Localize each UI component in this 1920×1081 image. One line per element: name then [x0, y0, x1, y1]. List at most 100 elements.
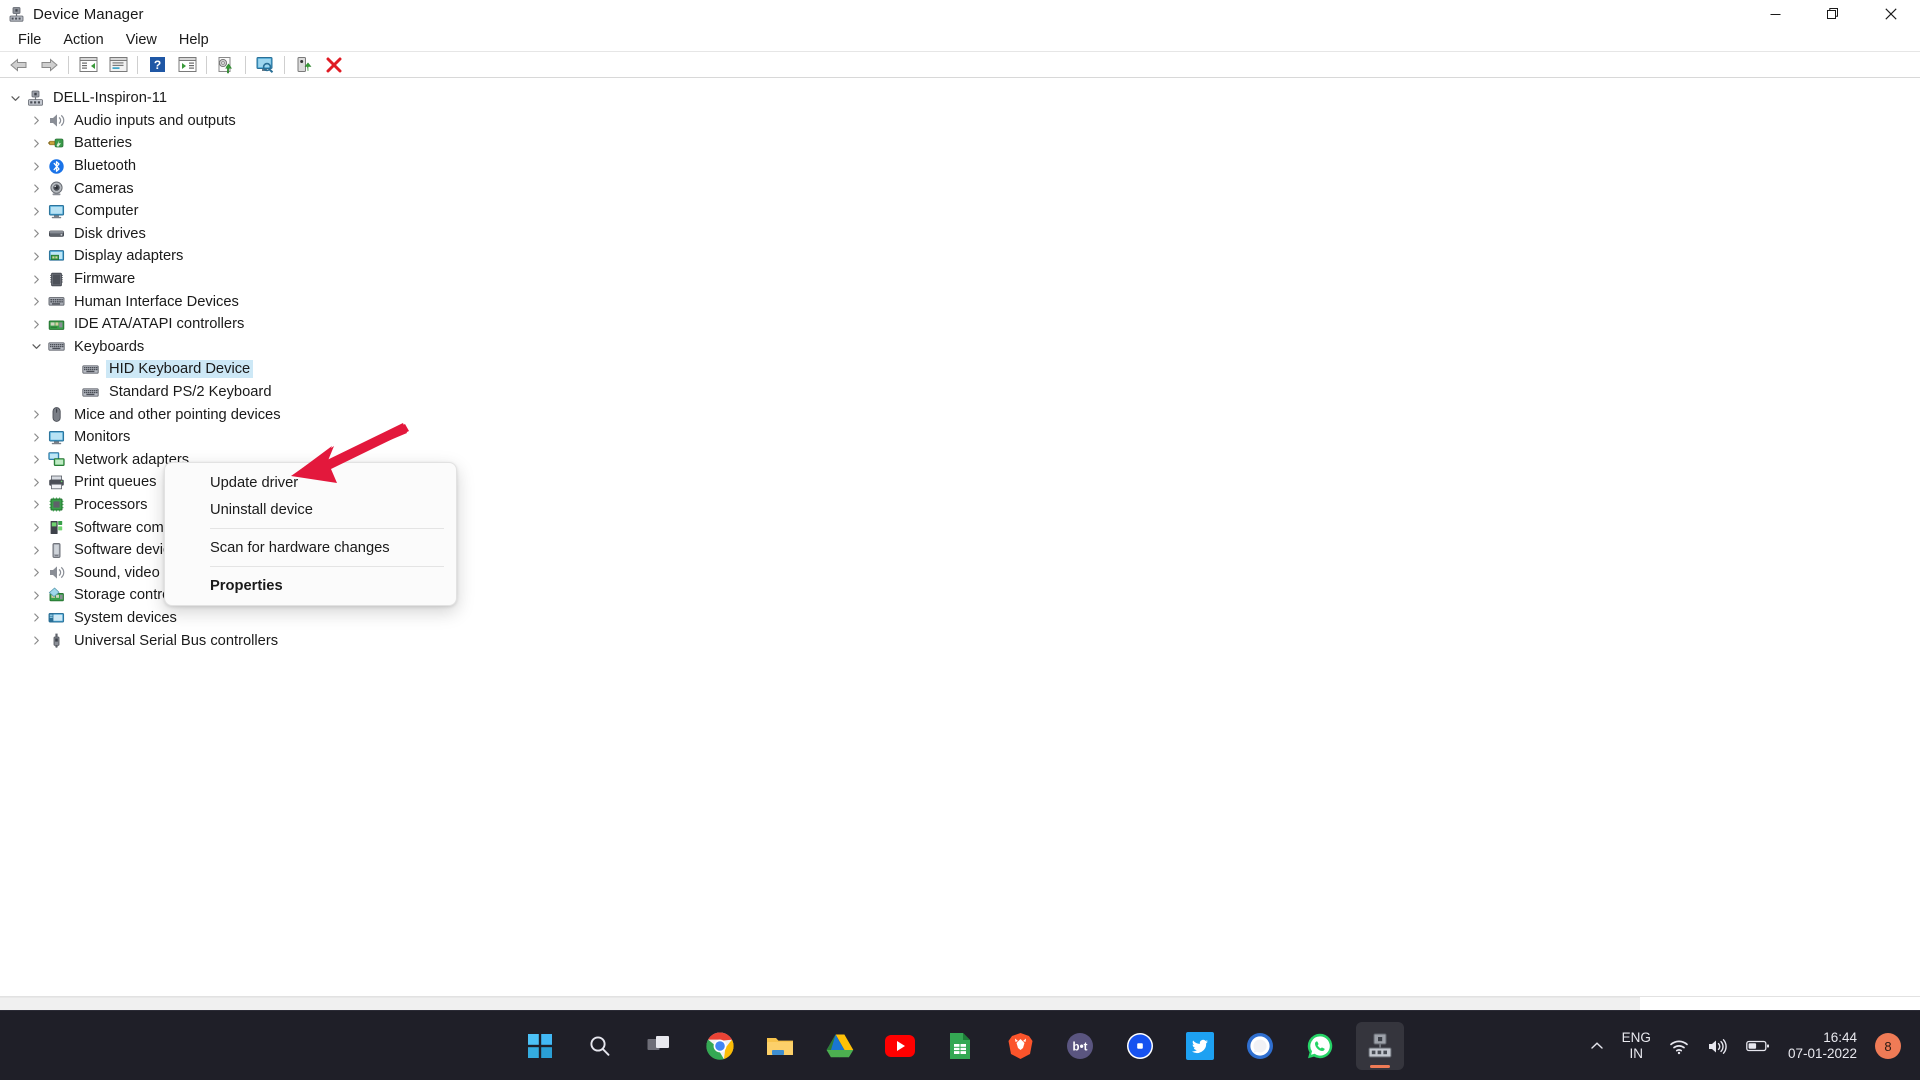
expand-toggle[interactable]: [26, 251, 46, 262]
enable-device-button[interactable]: [289, 53, 319, 77]
expand-toggle[interactable]: [26, 115, 46, 126]
properties-button[interactable]: [103, 53, 133, 77]
keyboard-icon: [82, 361, 99, 378]
expand-toggle[interactable]: [26, 319, 46, 330]
expand-toggle[interactable]: [26, 635, 46, 646]
ctx-properties[interactable]: Properties: [165, 572, 456, 599]
tree-node-root[interactable]: DELL-Inspiron-11: [0, 87, 1920, 110]
expand-toggle[interactable]: [26, 296, 46, 307]
menu-action[interactable]: Action: [53, 30, 113, 50]
twitter-button[interactable]: [1176, 1022, 1224, 1070]
signal-icon: [1246, 1032, 1274, 1060]
expand-toggle[interactable]: [26, 477, 46, 488]
chrome-button[interactable]: [696, 1022, 744, 1070]
monitor-icon: [46, 203, 66, 220]
tree-node[interactable]: Display adapters: [0, 245, 1920, 268]
task-view-button[interactable]: [636, 1022, 684, 1070]
brave-button[interactable]: [996, 1022, 1044, 1070]
tree-node[interactable]: Mice and other pointing devices: [0, 403, 1920, 426]
menu-file[interactable]: File: [8, 30, 51, 50]
tree-node[interactable]: Monitors: [0, 426, 1920, 449]
tree-node[interactable]: Human Interface Devices: [0, 290, 1920, 313]
back-button[interactable]: [4, 53, 34, 77]
tree-node-label: DELL-Inspiron-11: [50, 89, 170, 107]
file-explorer-button[interactable]: [756, 1022, 804, 1070]
update-driver-button[interactable]: [211, 53, 241, 77]
menu-help[interactable]: Help: [169, 30, 219, 50]
tree-node[interactable]: HID Keyboard Device: [0, 358, 1920, 381]
signal-button[interactable]: [1236, 1022, 1284, 1070]
start-button[interactable]: [516, 1022, 564, 1070]
expand-toggle[interactable]: [26, 138, 46, 149]
expand-toggle[interactable]: [26, 341, 46, 352]
tree-node[interactable]: System devices: [0, 607, 1920, 630]
tree-node[interactable]: IDE ATA/ATAPI controllers: [0, 313, 1920, 336]
show-hide-console-tree-button[interactable]: [73, 53, 103, 77]
whatsapp-button[interactable]: [1296, 1022, 1344, 1070]
coinbase-button[interactable]: [1116, 1022, 1164, 1070]
expand-toggle[interactable]: [26, 522, 46, 533]
tree-node[interactable]: Bluetooth: [0, 155, 1920, 178]
tree-node[interactable]: Batteries: [0, 132, 1920, 155]
network-adapter-icon: [48, 451, 65, 468]
tree-node[interactable]: Firmware: [0, 268, 1920, 291]
horizontal-scrollbar[interactable]: [0, 996, 1920, 1010]
tree-node[interactable]: Standard PS/2 Keyboard: [0, 381, 1920, 404]
expand-toggle[interactable]: [26, 567, 46, 578]
context-menu: Update driver Uninstall device Scan for …: [164, 462, 457, 606]
notification-center-button[interactable]: 8: [1866, 1024, 1910, 1068]
minimize-button[interactable]: [1746, 0, 1804, 28]
ctx-uninstall-device[interactable]: Uninstall device: [165, 496, 456, 523]
ctx-update-driver[interactable]: Update driver: [165, 469, 456, 496]
expand-toggle[interactable]: [26, 432, 46, 443]
expand-toggle[interactable]: [26, 590, 46, 601]
keyboard-icon: [80, 384, 100, 401]
device-manager-taskbar-button[interactable]: [1356, 1022, 1404, 1070]
expand-toggle[interactable]: [26, 274, 46, 285]
volume-button[interactable]: [1698, 1024, 1737, 1068]
show-hidden-icons-button[interactable]: [1581, 1024, 1613, 1068]
youtube-button[interactable]: [876, 1022, 924, 1070]
restore-button[interactable]: [1804, 0, 1862, 28]
expand-toggle[interactable]: [26, 228, 46, 239]
google-sheets-button[interactable]: [936, 1022, 984, 1070]
close-button[interactable]: [1862, 0, 1920, 28]
tree-node[interactable]: Universal Serial Bus controllers: [0, 629, 1920, 652]
battery-button[interactable]: [1737, 1024, 1779, 1068]
google-drive-button[interactable]: [816, 1022, 864, 1070]
toolbar-separator: [284, 56, 285, 74]
help-button[interactable]: ?: [142, 53, 172, 77]
expand-toggle[interactable]: [5, 93, 25, 104]
ctx-scan-hardware-changes[interactable]: Scan for hardware changes: [165, 534, 456, 561]
tree-node[interactable]: Audio inputs and outputs: [0, 110, 1920, 133]
show-hide-action-pane-button[interactable]: [172, 53, 202, 77]
menu-view[interactable]: View: [116, 30, 167, 50]
bitly-button[interactable]: b•t: [1056, 1022, 1104, 1070]
context-menu-separator: [210, 528, 444, 529]
expand-toggle[interactable]: [26, 206, 46, 217]
expand-toggle[interactable]: [26, 612, 46, 623]
language-indicator[interactable]: ENG IN: [1613, 1024, 1660, 1068]
expand-toggle[interactable]: [26, 499, 46, 510]
printer-icon: [48, 474, 65, 491]
search-icon: [588, 1034, 612, 1058]
horizontal-scrollbar-thumb[interactable]: [0, 997, 1640, 1010]
uninstall-device-button[interactable]: [319, 53, 349, 77]
tree-node[interactable]: Cameras: [0, 177, 1920, 200]
tree-node-label: Monitors: [71, 428, 133, 446]
network-button[interactable]: [1660, 1024, 1698, 1068]
expand-toggle[interactable]: [26, 161, 46, 172]
search-button[interactable]: [576, 1022, 624, 1070]
expand-toggle[interactable]: [26, 409, 46, 420]
battery-icon: [48, 135, 65, 152]
tree-node[interactable]: Keyboards: [0, 336, 1920, 359]
expand-toggle[interactable]: [26, 454, 46, 465]
expand-toggle[interactable]: [26, 545, 46, 556]
clock-button[interactable]: 16:44 07-01-2022: [1779, 1024, 1866, 1068]
tree-node[interactable]: Computer: [0, 200, 1920, 223]
tree-node[interactable]: Disk drives: [0, 223, 1920, 246]
chrome-icon: [706, 1032, 734, 1060]
expand-toggle[interactable]: [26, 183, 46, 194]
scan-hardware-changes-button[interactable]: [250, 53, 280, 77]
forward-button[interactable]: [34, 53, 64, 77]
